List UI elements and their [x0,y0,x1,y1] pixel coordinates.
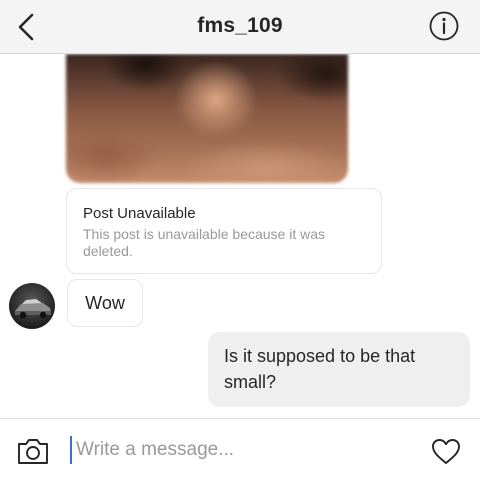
post-unavailable-description: This post is unavailable because it was … [83,226,326,259]
received-message[interactable]: Wow [67,279,143,327]
message-thread: Post Unavailable This post is unavailabl… [0,54,480,418]
info-button[interactable] [428,10,460,42]
message-input[interactable] [70,436,416,464]
chat-title[interactable]: fms_109 [0,14,480,38]
heart-icon [432,439,460,464]
post-unavailable-title: Post Unavailable [83,205,196,222]
post-unavailable-card[interactable]: Post Unavailable This post is unavailabl… [66,188,382,274]
avatar[interactable] [9,283,55,329]
car-photo-icon [15,299,51,319]
chat-header: fms_109 [0,0,480,54]
like-button[interactable] [430,437,462,465]
info-circle-icon [429,11,459,41]
camera-button[interactable] [16,436,50,466]
camera-icon [18,439,48,464]
sent-message[interactable]: Is it supposed to be that small? [208,332,470,407]
shared-post-image[interactable] [66,54,348,183]
message-composer [0,418,480,480]
